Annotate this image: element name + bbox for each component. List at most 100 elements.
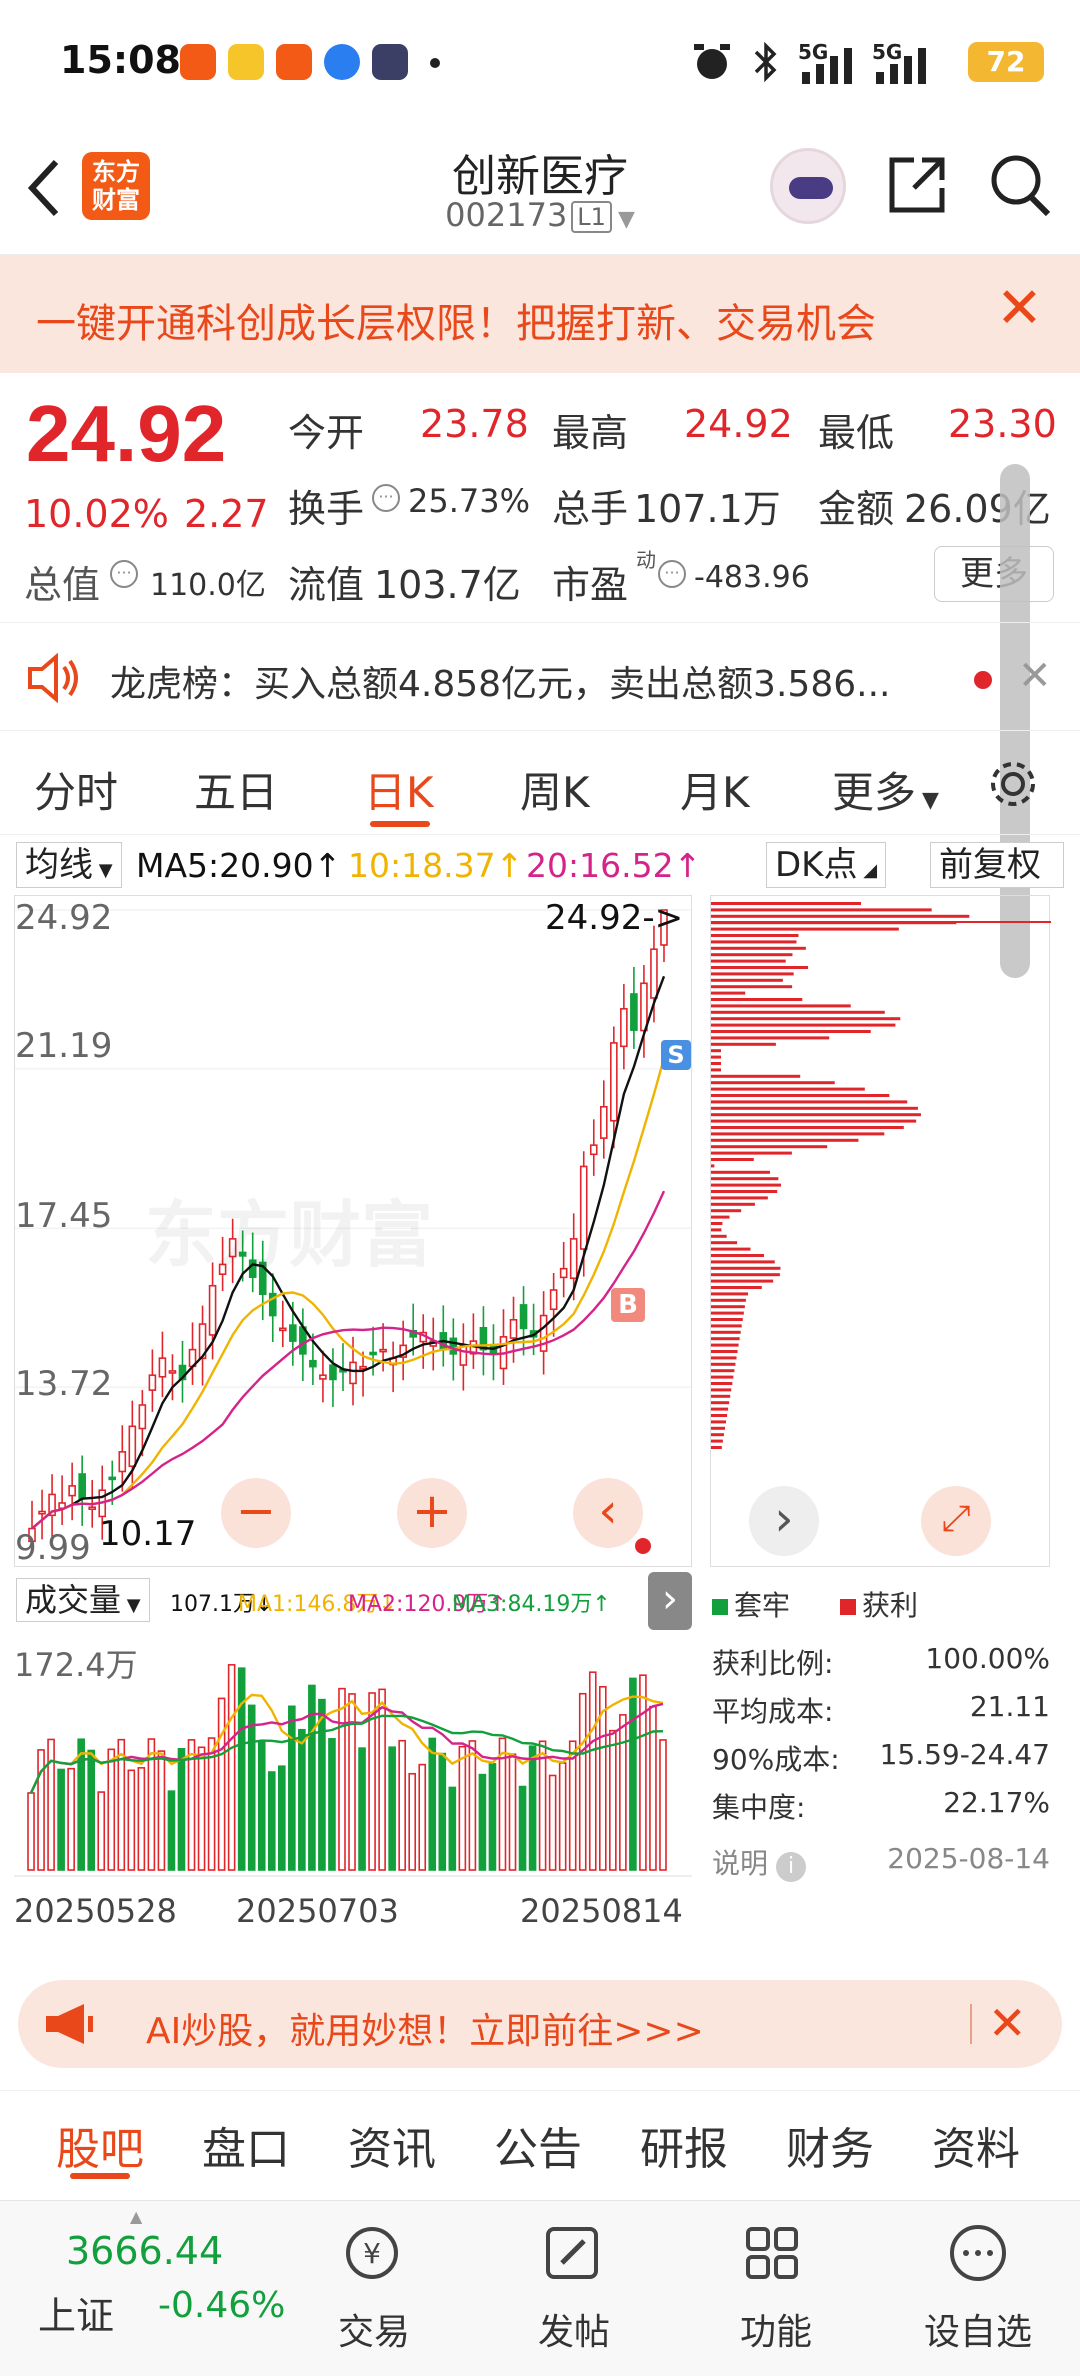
chip-bar [711, 1049, 721, 1052]
mcap-value: 110.0亿 [150, 560, 266, 604]
scroll-right-button[interactable]: › [749, 1486, 819, 1556]
close-icon[interactable]: ✕ [988, 1996, 1027, 2050]
volume-ma3-line [31, 1716, 663, 1793]
edit-post-icon[interactable] [540, 2221, 604, 2285]
candle [360, 1367, 366, 1369]
indicator-next-button[interactable]: › [648, 1572, 692, 1630]
search-icon[interactable] [988, 152, 1052, 218]
info-icon[interactable]: ··· [658, 560, 686, 588]
chip-distribution-frame[interactable]: › ⤢ [710, 895, 1050, 1567]
expand-icon[interactable]: ⤢ [921, 1486, 991, 1556]
chip-bar [711, 953, 792, 956]
dk-point-select[interactable]: DK点 ◢ [766, 842, 886, 888]
adjust-select[interactable]: 前复权 [930, 842, 1064, 888]
tab-pankou[interactable]: 盘口 [202, 2113, 290, 2177]
megaphone-icon [44, 2002, 94, 2046]
promo-banner[interactable]: 一键开通科创成长层权限！把握打新、交易机会 ✕ [0, 255, 1080, 373]
tab-more[interactable]: 更多 ▼ [832, 759, 939, 820]
open-value: 23.78 [420, 402, 529, 446]
dragon-list-bar[interactable]: 龙虎榜：买入总额4.858亿元，卖出总额3.586... ✕ [0, 622, 1080, 730]
chip-bar [711, 1408, 728, 1411]
chip-bar [711, 985, 792, 988]
volume-bar [178, 1749, 184, 1870]
functions-label[interactable]: 功能 [740, 2303, 812, 2355]
volume-bar [88, 1750, 94, 1870]
ma10-value: 10:18.37↑ [348, 846, 523, 885]
tab-five-day[interactable]: 五日 [194, 759, 278, 820]
ma-select[interactable]: 均线 ▼ [16, 842, 122, 888]
info-icon[interactable]: ··· [110, 560, 138, 588]
volume-bar [409, 1774, 415, 1870]
close-icon[interactable]: ✕ [996, 279, 1043, 339]
active-tab-indicator [370, 821, 430, 827]
volume-bar [168, 1791, 174, 1870]
tab-guba[interactable]: 股吧 [56, 2113, 144, 2177]
float-value: 103.7亿 [374, 554, 521, 609]
chip-bar [711, 1030, 871, 1033]
chip-bar [711, 1139, 858, 1142]
kline-chart-frame[interactable]: 东方财富 24.92 21.19 17.45 13.72 9.99 24.92-… [14, 895, 692, 1567]
tab-news[interactable]: 资讯 [348, 2113, 436, 2177]
volume-bar [419, 1765, 425, 1870]
zoom-in-button[interactable]: + [397, 1478, 467, 1548]
chip-bar [711, 1235, 727, 1238]
alarm-icon [692, 40, 732, 84]
volume-bar [48, 1739, 54, 1870]
ma20-value: 20:16.52↑ [526, 846, 701, 885]
tab-intraday[interactable]: 分时 [34, 759, 118, 820]
chip-bar [711, 1164, 714, 1167]
candle [280, 1328, 286, 1330]
tab-research[interactable]: 研报 [640, 2113, 728, 2177]
tab-announcement[interactable]: 公告 [494, 2113, 582, 2177]
pe-label: 市盈 [552, 554, 628, 609]
legend-trap: 套牢 [712, 1584, 790, 1624]
buy-signal-badge[interactable]: B [611, 1288, 645, 1322]
tab-daily-k[interactable]: 日K [364, 759, 434, 820]
candle [551, 1290, 557, 1309]
chip-bar [711, 947, 806, 950]
scroll-left-button[interactable]: ‹ [573, 1478, 643, 1548]
trade-label[interactable]: 交易 [338, 2303, 410, 2355]
more-button[interactable]: 更多 [934, 546, 1054, 602]
grid-functions-icon[interactable] [740, 2221, 804, 2285]
settings-gear-icon[interactable] [988, 759, 1038, 809]
tab-weekly-k[interactable]: 周K [520, 759, 590, 820]
close-icon[interactable]: ✕ [1018, 653, 1052, 699]
chip-bar [711, 1241, 737, 1244]
chip-bar [711, 1318, 743, 1321]
battery-icon: 72 [968, 42, 1044, 82]
chip-bar [711, 966, 808, 969]
chip-bar [711, 1177, 778, 1180]
zoom-out-button[interactable]: − [221, 1478, 291, 1548]
tab-profile[interactable]: 资料 [932, 2113, 1020, 2177]
index-ticker[interactable]: ▲ 3666.44 上证 -0.46% [0, 2201, 300, 2376]
chip-bar [711, 1446, 722, 1449]
ai-promo-bar[interactable]: AI炒股，就用妙想！立即前往>>> ✕ [18, 1980, 1062, 2068]
chip-bar [711, 1248, 751, 1251]
volume-bar [359, 1748, 365, 1870]
sell-signal-badge[interactable]: S [661, 1040, 691, 1070]
candle [611, 1043, 617, 1121]
info-icon[interactable]: ··· [372, 484, 400, 512]
ma5-value: MA5:20.90↑ [136, 846, 341, 885]
candle [651, 949, 657, 998]
volume-bar [610, 1731, 616, 1870]
chip-note[interactable]: 说明 i [712, 1842, 806, 1882]
volume-bar [269, 1772, 275, 1870]
date-label: 20250814 [520, 1892, 683, 1930]
tab-monthly-k[interactable]: 月K [680, 759, 750, 820]
volume-chart-frame[interactable]: 172.4万 20250528 20250703 20250814 [14, 1630, 692, 1960]
info-icon: i [776, 1852, 806, 1882]
watchlist-label[interactable]: 设自选 [924, 2303, 1032, 2355]
share-icon[interactable] [886, 154, 948, 216]
chip-bar [711, 1075, 800, 1078]
tab-finance[interactable]: 财务 [786, 2113, 874, 2177]
candle [129, 1426, 135, 1466]
chip-bar [711, 1081, 835, 1084]
post-label[interactable]: 发帖 [538, 2303, 610, 2355]
robot-avatar-icon[interactable] [770, 148, 846, 224]
candle [290, 1325, 296, 1341]
trade-icon[interactable]: ¥ [340, 2221, 404, 2285]
volume-select[interactable]: 成交量 ▼ [16, 1578, 150, 1622]
add-watchlist-icon[interactable] [946, 2221, 1010, 2285]
